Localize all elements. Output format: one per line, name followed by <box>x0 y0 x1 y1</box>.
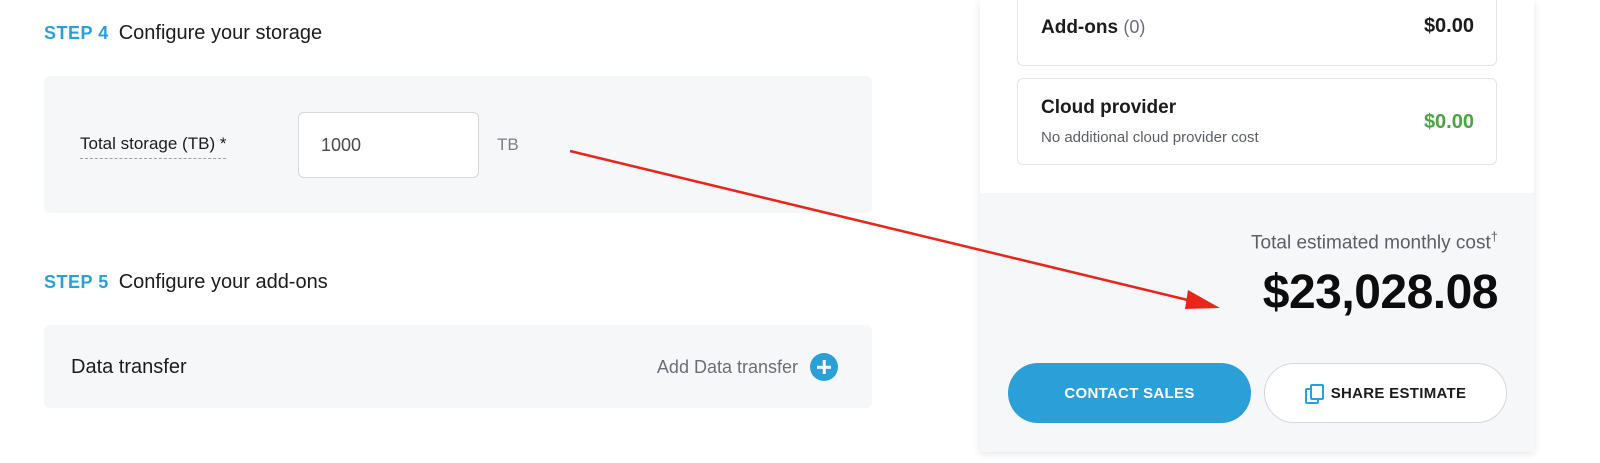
step-4-heading: STEP 4 Configure your storage <box>44 22 322 45</box>
cloud-provider-price: $0.00 <box>1423 111 1474 133</box>
total-cost-value: $23,028.08 <box>1262 266 1499 319</box>
step-title: Configure your add-ons <box>118 271 328 293</box>
storage-unit-label: TB <box>497 135 519 154</box>
addons-line-price: $0.00 <box>1423 15 1474 37</box>
addons-line-title: Add-ons (0) <box>1041 17 1146 38</box>
step-number: STEP 4 <box>44 23 109 43</box>
cloud-provider-title: Cloud provider <box>1041 97 1177 118</box>
contact-sales-button[interactable]: CONTACT SALES <box>1008 363 1251 423</box>
step-title: Configure your storage <box>118 22 323 44</box>
cloud-provider-subtitle: No additional cloud provider cost <box>1041 129 1259 146</box>
step-number: STEP 5 <box>44 272 109 292</box>
addons-count: (0) <box>1123 17 1146 37</box>
step-5-heading: STEP 5 Configure your add-ons <box>44 271 328 294</box>
addons-panel: Data transfer Add Data transfer <box>44 325 872 408</box>
summary-line-items: Add-ons (0) $0.00 Cloud provider No addi… <box>980 0 1534 193</box>
share-estimate-label: SHARE ESTIMATE <box>1330 384 1467 402</box>
total-storage-input[interactable] <box>298 112 479 178</box>
plus-circle-icon[interactable] <box>810 353 838 381</box>
add-data-transfer-label: Add Data transfer <box>656 356 798 377</box>
addons-line-item: Add-ons (0) $0.00 <box>1017 0 1497 66</box>
add-data-transfer-button[interactable]: Add Data transfer <box>657 353 838 381</box>
data-transfer-label: Data transfer <box>71 356 187 378</box>
cloud-provider-line-item: Cloud provider No additional cloud provi… <box>1017 78 1497 165</box>
cost-summary-card: Add-ons (0) $0.00 Cloud provider No addi… <box>980 0 1534 452</box>
share-estimate-button[interactable]: SHARE ESTIMATE <box>1264 363 1507 423</box>
total-storage-label[interactable]: Total storage (TB) * <box>80 134 227 159</box>
total-cost-label: Total estimated monthly cost† <box>1251 229 1498 254</box>
dagger-footnote-marker: † <box>1490 229 1498 244</box>
storage-panel: Total storage (TB) * TB <box>44 76 872 213</box>
summary-total-section: Total estimated monthly cost† $23,028.08… <box>980 193 1534 452</box>
copy-icon <box>1304 384 1324 404</box>
